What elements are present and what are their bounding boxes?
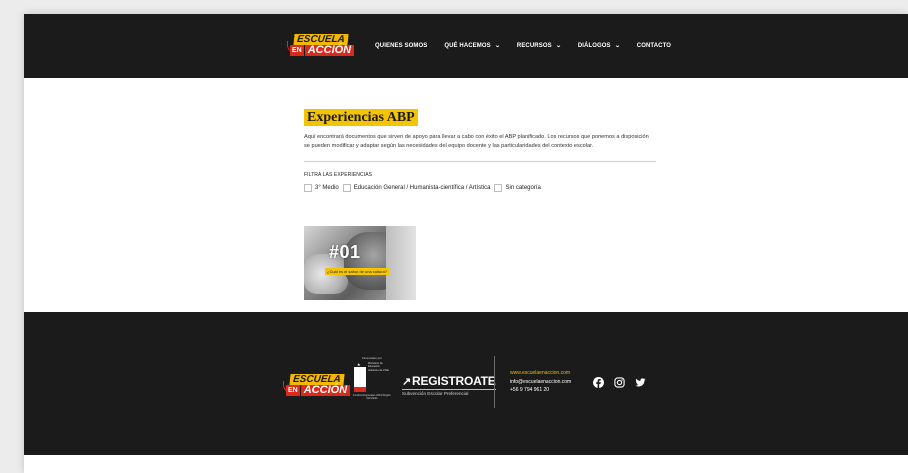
filter-checkbox[interactable] xyxy=(342,184,351,192)
title-highlight: Experiencias ABP xyxy=(304,109,418,126)
logo-line2: EN ACCIÓN xyxy=(290,45,355,56)
nav-label: QUIENES SOMOS xyxy=(375,42,428,49)
star-icon: ★ xyxy=(357,362,361,367)
filter-sin-categoria[interactable]: Sin categoría xyxy=(494,184,541,192)
arrow-up-right-icon: ↗ xyxy=(402,375,412,388)
page-description: Aquí encontrará documentos que sirven de… xyxy=(304,134,649,149)
nav-item-dialogos[interactable]: DIÁLOGOS ⌄ xyxy=(577,42,621,50)
nav-item-que-hacemos[interactable]: QUÉ HACEMOS ⌄ xyxy=(444,42,501,50)
nav-label: RECURSOS xyxy=(516,42,552,49)
website-link[interactable]: www.escuelaenaccion.com xyxy=(510,369,571,378)
contact-info: www.escuelaenaccion.com info@escuelaenac… xyxy=(510,369,571,395)
filter-label: Educación General / Humanista-científica… xyxy=(353,185,491,191)
filter-checkbox[interactable] xyxy=(304,184,312,192)
footer-logo[interactable]: ESCUELA EN ACCIÓN xyxy=(283,374,351,398)
gov-emblem: ★ xyxy=(354,362,366,392)
experience-card[interactable]: #01 ¿Cuál es el sabor de una cultura? xyxy=(304,226,416,300)
main-nav: QUIENES SOMOS QUÉ HACEMOS ⌄ RECURSOS ⌄ D… xyxy=(375,42,688,50)
chevron-down-icon: ⌄ xyxy=(614,43,621,49)
logo-en: EN xyxy=(286,385,300,396)
nav-label: DIÁLOGOS xyxy=(577,42,611,49)
nav-item-contacto[interactable]: CONTACTO xyxy=(637,43,671,49)
site-logo[interactable]: ESCUELA EN ACCIÓN xyxy=(287,34,355,58)
nav-label: CONTACTO xyxy=(636,42,672,49)
filter-3-medio[interactable]: 3° Medio xyxy=(304,184,339,192)
registroate-text: REGISTROATE xyxy=(412,374,496,388)
phone-text: +56 9 794 961 20 xyxy=(510,387,550,393)
registroate-wordmark: ↗ REGISTROATE xyxy=(402,374,496,388)
email-link[interactable]: info@escuelaenaccion.com xyxy=(510,378,571,387)
card-photo-detail xyxy=(386,226,416,300)
logo-accion: ACCIÓN xyxy=(300,385,351,396)
ministry-logo: Financiado por ★ Ministerio de Educación… xyxy=(352,356,392,406)
gov-financed-by: Financiado por xyxy=(362,356,382,360)
gov-bottom-text: Fondos Regionales 2019 Región del Maule xyxy=(353,394,391,401)
logo-line2: EN ACCIÓN xyxy=(286,385,351,396)
filter-list: 3° Medio Educación General / Humanista-c… xyxy=(304,184,656,192)
gov-text: Ministerio de Educación Gobierno de Chil… xyxy=(368,362,389,372)
site-footer: ESCUELA EN ACCIÓN Financiado por ★ Minis… xyxy=(24,312,908,455)
twitter-icon[interactable] xyxy=(634,376,646,388)
card-number: #01 xyxy=(329,242,361,262)
filter-label: 3° Medio xyxy=(315,185,339,191)
registroate-logo[interactable]: ↗ REGISTROATE Subvención Escolar Prefere… xyxy=(402,374,496,396)
instagram-icon[interactable] xyxy=(613,376,625,388)
page-title: Experiencias ABP xyxy=(307,110,415,125)
registroate-subtitle: Subvención Escolar Preferencial xyxy=(402,389,496,396)
logo-accion: ACCIÓN xyxy=(304,45,355,56)
nav-item-quienes-somos[interactable]: QUIENES SOMOS xyxy=(375,43,427,49)
site-header: ESCUELA EN ACCIÓN QUIENES SOMOS QUÉ HACE… xyxy=(24,14,908,78)
chevron-down-icon: ⌄ xyxy=(555,43,562,49)
nav-label: QUÉ HACEMOS xyxy=(444,42,491,49)
browser-page: ESCUELA EN ACCIÓN QUIENES SOMOS QUÉ HACE… xyxy=(24,14,908,473)
social-links xyxy=(592,376,655,388)
card-tag: ¿Cuál es el sabor de una cultura? xyxy=(325,268,390,275)
filter-label: Sin categoría xyxy=(505,185,541,191)
filter-title: FILTRA LAS EXPERIENCIAS xyxy=(304,172,373,178)
nav-item-recursos[interactable]: RECURSOS ⌄ xyxy=(516,42,562,50)
filter-educacion-general[interactable]: Educación General / Humanista-científica… xyxy=(342,184,491,192)
divider xyxy=(304,161,656,162)
chevron-down-icon: ⌄ xyxy=(494,43,501,49)
filter-checkbox[interactable] xyxy=(494,184,503,192)
main-content: Experiencias ABP Aquí encontrará documen… xyxy=(304,108,656,300)
facebook-icon[interactable] xyxy=(592,376,604,388)
footer-divider xyxy=(494,356,495,408)
logo-en: EN xyxy=(290,45,304,56)
